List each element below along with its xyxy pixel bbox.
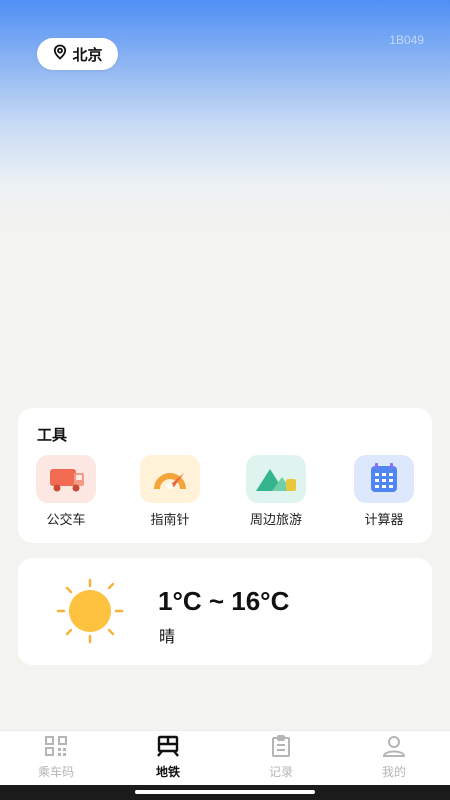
tool-travel-label: 周边旅游: [249, 513, 302, 528]
clipboard-icon: [251, 735, 311, 761]
bus-icon: [36, 455, 96, 503]
sun-icon: [48, 576, 128, 646]
tool-bus[interactable]: 公交车: [26, 455, 106, 528]
tab-ride-code-label: 乘车码: [37, 765, 74, 779]
top-counter: 1B049: [389, 33, 424, 47]
tab-subway-label: 地铁: [155, 765, 180, 779]
tool-calculator[interactable]: 计算器: [344, 455, 424, 528]
bottom-tab-bar: 乘车码 地铁 记录 我的: [0, 730, 450, 786]
tab-mine[interactable]: 我的: [364, 735, 424, 780]
weather-condition: 晴: [159, 627, 176, 646]
subway-icon: [138, 735, 198, 761]
tools-card: 工具 公交车 指南针 周边旅游 计算器: [18, 408, 432, 543]
qrcode-icon: [26, 735, 86, 761]
temperature-range: 1°C ~ 16°C: [158, 586, 290, 616]
tool-compass-label: 指南针: [150, 513, 190, 528]
location-city: 北京: [72, 45, 103, 64]
location-pin-icon: [52, 44, 68, 64]
compass-icon: [140, 455, 200, 503]
tool-bus-label: 公交车: [46, 513, 86, 528]
tools-title: 工具: [37, 426, 68, 444]
home-indicator[interactable]: [135, 790, 315, 794]
weather-card[interactable]: 1°C ~ 16°C 晴: [18, 558, 432, 665]
tool-travel[interactable]: 周边旅游: [236, 455, 316, 528]
hero-background: [0, 0, 450, 230]
mountain-icon: [246, 455, 306, 503]
calculator-icon: [354, 455, 414, 503]
tab-mine-label: 我的: [381, 765, 406, 779]
user-icon: [364, 735, 424, 761]
tool-calculator-label: 计算器: [364, 513, 404, 528]
location-button[interactable]: 北京: [37, 38, 118, 70]
tab-subway[interactable]: 地铁: [138, 735, 198, 780]
tab-records[interactable]: 记录: [251, 735, 311, 780]
tab-records-label: 记录: [268, 765, 293, 779]
tab-ride-code[interactable]: 乘车码: [26, 735, 86, 780]
tool-compass[interactable]: 指南针: [130, 455, 210, 528]
